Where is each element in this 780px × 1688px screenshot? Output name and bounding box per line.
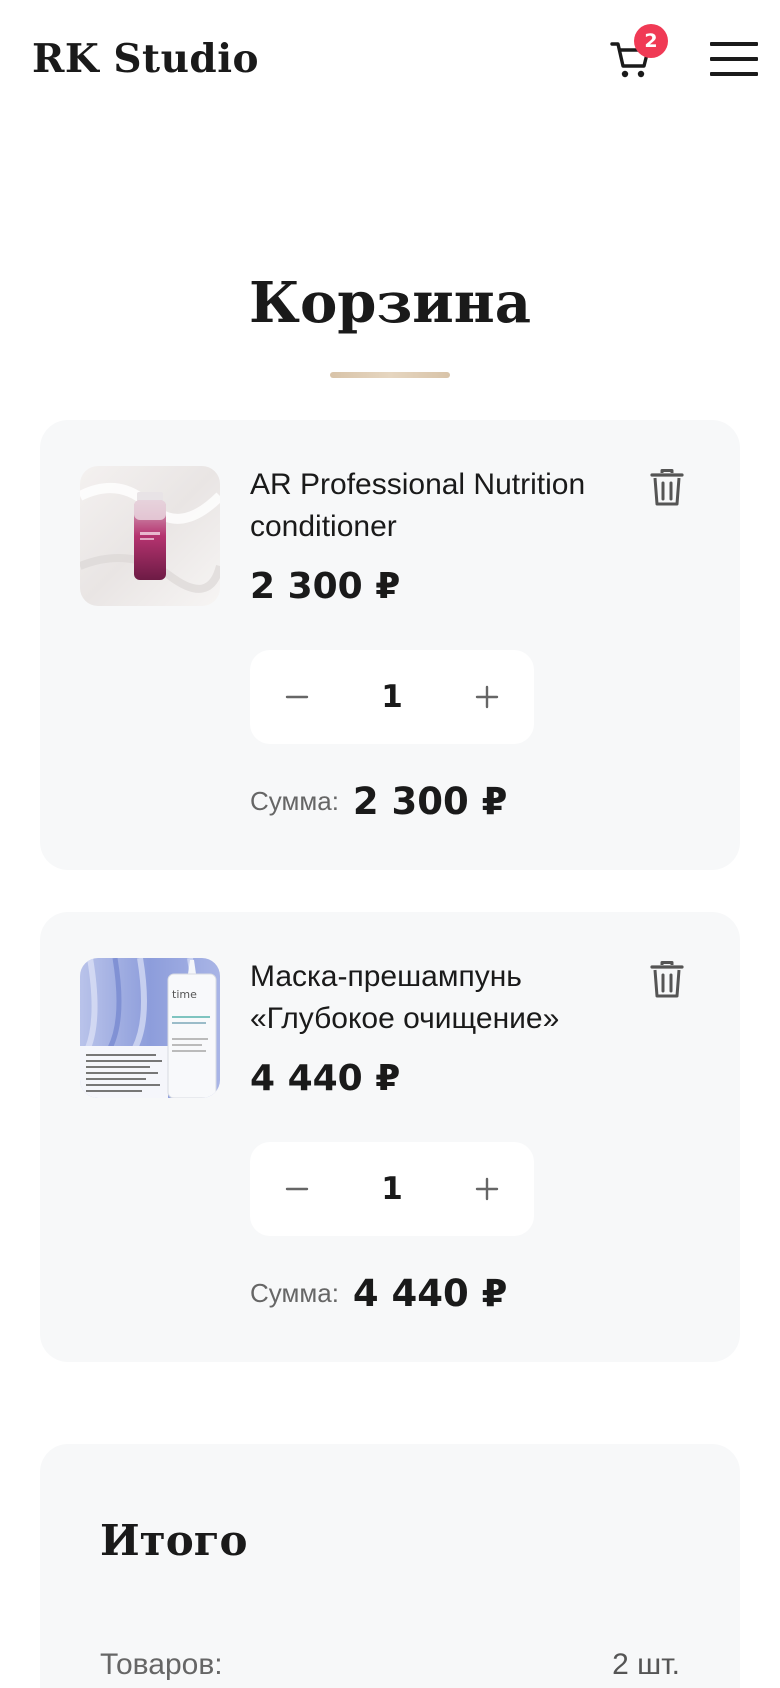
item-sum-row: Сумма: 4 440 ₽ bbox=[250, 1272, 507, 1315]
sum-value: 2 300 ₽ bbox=[352, 780, 508, 823]
items-count-label: Товаров: bbox=[100, 1648, 223, 1681]
quantity-value: 1 bbox=[381, 679, 403, 715]
decrease-quantity-button[interactable] bbox=[250, 1142, 344, 1236]
summary-items-row: Товаров: 2 шт. bbox=[100, 1648, 680, 1688]
title-underline bbox=[330, 372, 450, 378]
trash-icon bbox=[650, 961, 684, 998]
plus-icon bbox=[475, 685, 499, 709]
summary-title: Итого bbox=[100, 1516, 248, 1565]
cart-item: time Маска-прешампунь «Глубокое очищение… bbox=[40, 912, 740, 1362]
hamburger-menu-icon[interactable] bbox=[710, 42, 758, 78]
minus-icon bbox=[285, 1187, 309, 1191]
product-name[interactable]: AR Professional Nutrition conditioner bbox=[250, 464, 620, 548]
header: RK Studio 2 bbox=[0, 0, 780, 120]
site-logo[interactable]: RK Studio bbox=[32, 36, 259, 82]
product-name[interactable]: Маска-прешампунь «Глубокое очищение» bbox=[250, 956, 620, 1040]
svg-text:time: time bbox=[172, 988, 197, 1001]
cart-item: AR Professional Nutrition conditioner 2 … bbox=[40, 420, 740, 870]
plus-icon bbox=[475, 1177, 499, 1201]
delete-item-button[interactable] bbox=[650, 468, 690, 512]
delete-item-button[interactable] bbox=[650, 960, 690, 1004]
minus-icon bbox=[285, 695, 309, 699]
increase-quantity-button[interactable] bbox=[440, 650, 534, 744]
trash-icon bbox=[650, 469, 684, 506]
sum-label: Сумма: bbox=[250, 786, 339, 816]
quantity-stepper: 1 bbox=[250, 650, 534, 744]
product-image[interactable] bbox=[80, 466, 220, 606]
item-sum-row: Сумма: 2 300 ₽ bbox=[250, 780, 507, 823]
product-price: 2 300 ₽ bbox=[250, 566, 401, 607]
cart-button[interactable]: 2 bbox=[610, 24, 668, 86]
order-summary: Итого Товаров: 2 шт. bbox=[40, 1444, 740, 1688]
product-image[interactable]: time bbox=[80, 958, 220, 1098]
increase-quantity-button[interactable] bbox=[440, 1142, 534, 1236]
items-count-value: 2 шт. bbox=[612, 1648, 680, 1681]
quantity-value: 1 bbox=[381, 1171, 403, 1207]
sum-value: 4 440 ₽ bbox=[352, 1272, 508, 1315]
sum-label: Сумма: bbox=[250, 1278, 339, 1308]
page-title: Корзина bbox=[249, 270, 531, 336]
quantity-stepper: 1 bbox=[250, 1142, 534, 1236]
cart-count-badge: 2 bbox=[634, 24, 668, 58]
product-price: 4 440 ₽ bbox=[250, 1058, 401, 1099]
decrease-quantity-button[interactable] bbox=[250, 650, 344, 744]
